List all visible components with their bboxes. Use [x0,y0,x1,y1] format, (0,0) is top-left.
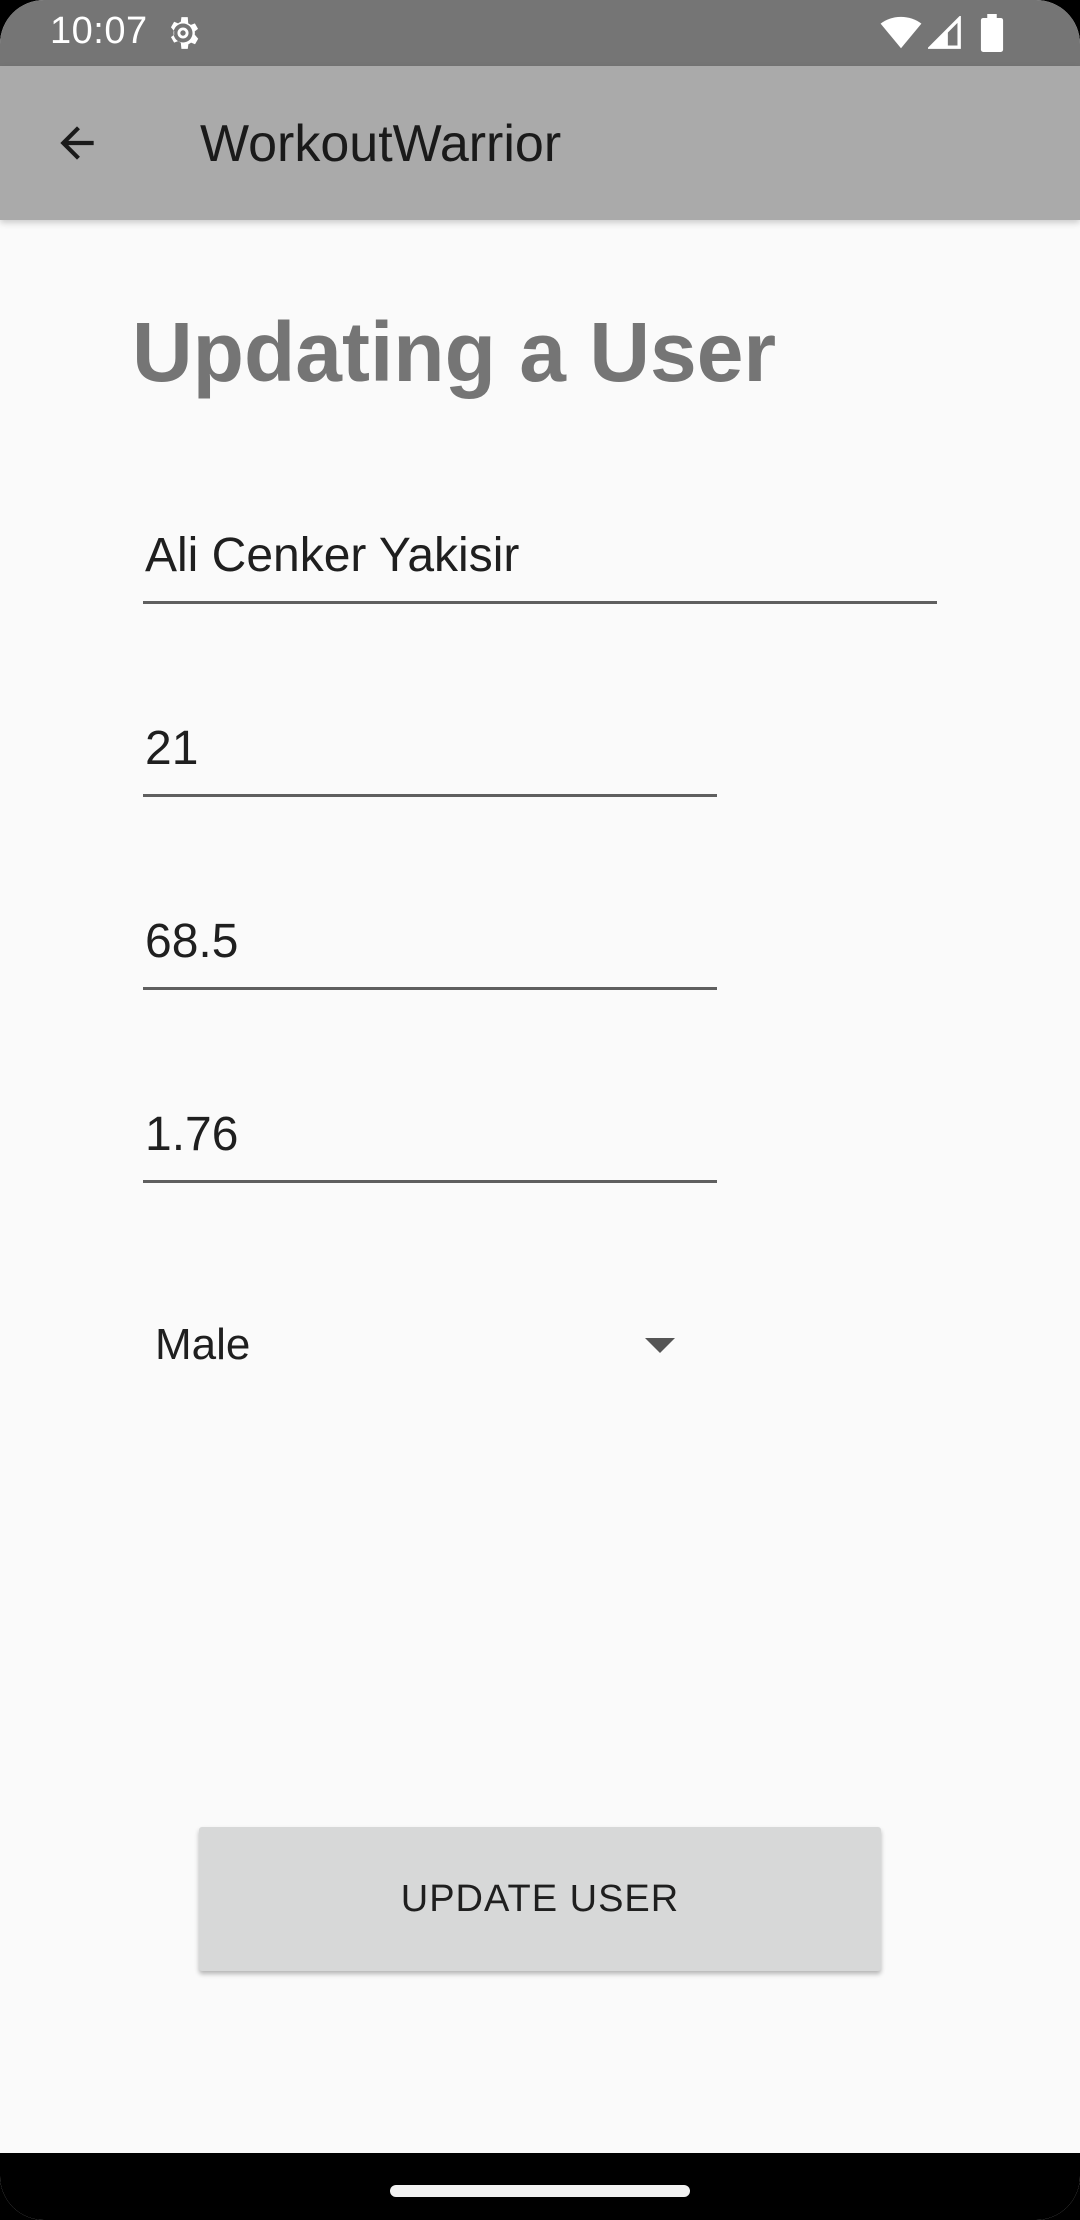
height-field[interactable]: 1.76 [143,1087,717,1183]
navigation-bar [0,2153,1080,2220]
app-bar: WorkoutWarrior [0,66,1080,220]
age-field[interactable]: 21 [143,701,717,797]
battery-icon [980,14,1004,52]
app-screen: 10:07 WorkoutWarrior Updating a User Ali… [0,0,1080,2220]
wifi-icon [880,16,922,49]
settings-gear-icon [170,17,199,49]
status-time: 10:07 [50,10,148,52]
app-title: WorkoutWarrior [200,115,562,173]
home-gesture-handle[interactable] [390,2185,690,2197]
cell-signal-icon [928,16,961,49]
gender-dropdown[interactable]: Male [143,1300,693,1390]
name-field[interactable]: Ali Cenker Yakisir [143,508,937,604]
status-bar: 10:07 [0,0,1080,66]
arrow-back-icon [60,126,94,160]
back-button[interactable] [40,110,114,176]
page-title: Updating a User [132,305,777,399]
update-user-button[interactable]: UPDATE USER [199,1827,881,1971]
weight-field[interactable]: 68.5 [143,894,717,990]
dropdown-arrow-icon [645,1338,675,1353]
gender-selected-value: Male [155,1320,251,1369]
